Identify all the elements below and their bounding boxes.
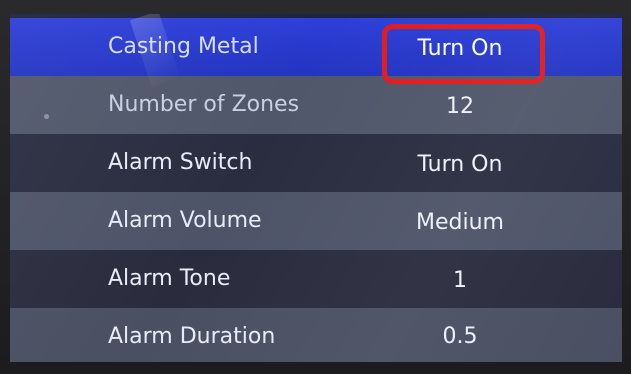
setting-row-alarm-volume[interactable]: Alarm Volume Medium [10, 192, 622, 250]
dust-speck [44, 114, 49, 119]
setting-value[interactable]: 12 [390, 76, 530, 134]
setting-value[interactable]: Turn On [390, 18, 530, 76]
setting-value[interactable]: Medium [390, 192, 530, 250]
setting-row-alarm-tone[interactable]: Alarm Tone 1 [10, 250, 622, 308]
setting-row-number-of-zones[interactable]: Number of Zones 12 [10, 76, 622, 134]
setting-label: Alarm Duration [108, 324, 276, 349]
setting-row-alarm-switch[interactable]: Alarm Switch Turn On [10, 134, 622, 192]
settings-screen: Casting Metal Turn On Number of Zones 12… [10, 14, 622, 362]
setting-value[interactable]: 0.5 [390, 308, 530, 362]
setting-row-alarm-duration[interactable]: Alarm Duration 0.5 [10, 308, 622, 362]
setting-label: Number of Zones [108, 92, 300, 117]
device-bezel: Casting Metal Turn On Number of Zones 12… [0, 0, 631, 374]
setting-label: Alarm Switch [108, 150, 253, 175]
setting-value[interactable]: Turn On [390, 134, 530, 192]
setting-label: Alarm Tone [108, 266, 231, 291]
setting-label: Casting Metal [108, 34, 259, 59]
setting-label: Alarm Volume [108, 208, 262, 233]
setting-row-casting-metal[interactable]: Casting Metal Turn On [10, 18, 622, 76]
setting-value[interactable]: 1 [390, 250, 530, 308]
